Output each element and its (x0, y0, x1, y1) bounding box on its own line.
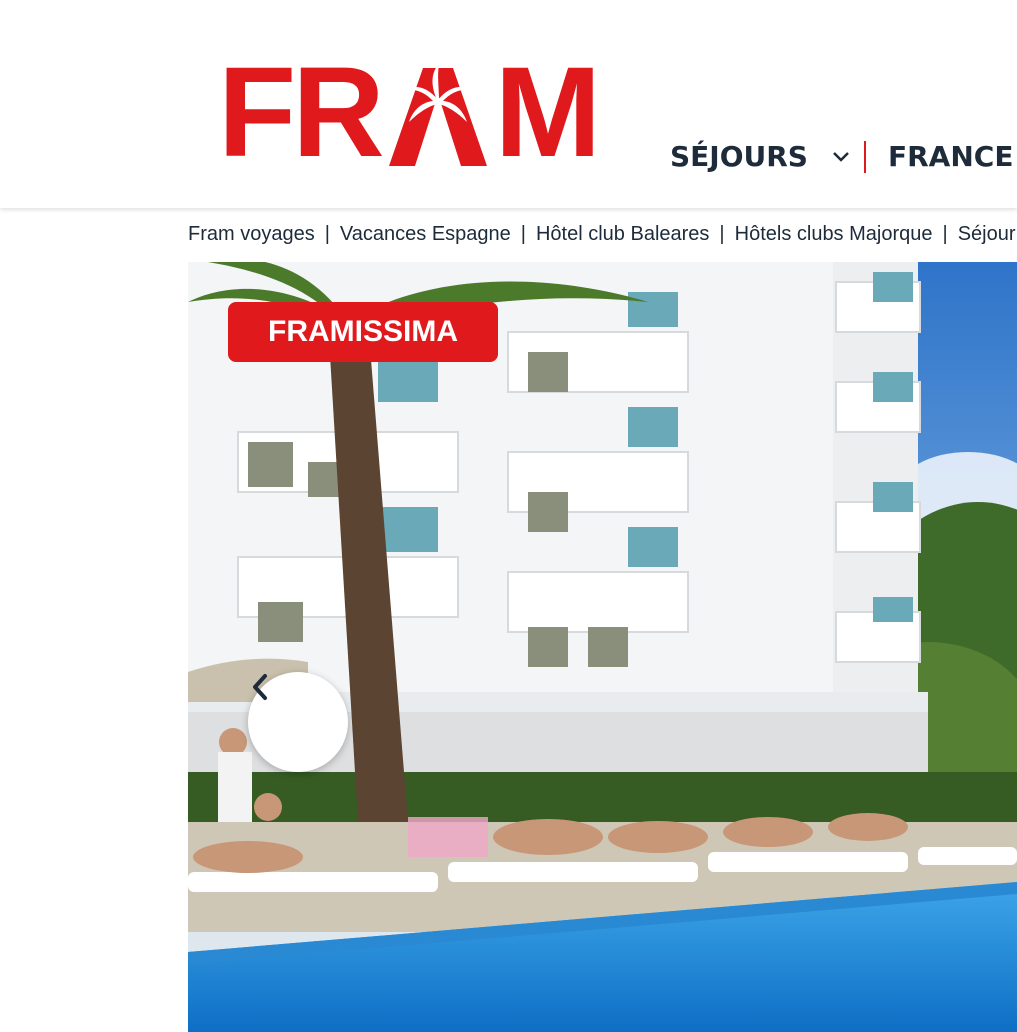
site-header: FR M SÉJOURS FRANCE (0, 0, 1017, 208)
nav-item-sejours[interactable]: SÉJOURS (670, 140, 850, 173)
main-nav: SÉJOURS FRANCE (670, 140, 1017, 173)
breadcrumb-separator: | (719, 222, 725, 245)
breadcrumb-item[interactable]: Vacances Espagne (340, 223, 511, 246)
hero-carousel: FRAMISSIMA (188, 262, 1017, 1032)
breadcrumb-item[interactable]: Séjour Pu (958, 223, 1017, 246)
logo-text-right: M (494, 41, 602, 184)
breadcrumb-separator: | (942, 222, 948, 245)
nav-item-label: SÉJOURS (670, 140, 808, 173)
framissima-badge: FRAMISSIMA (228, 302, 498, 362)
palm-tree-icon (379, 60, 497, 166)
breadcrumb-separator: | (520, 222, 526, 245)
nav-separator (863, 140, 866, 173)
logo-text-left: FR (218, 41, 385, 184)
breadcrumb-item[interactable]: Hôtels clubs Majorque (735, 223, 933, 246)
chevron-down-icon (833, 151, 849, 162)
hotel-pool-photo (188, 262, 1017, 1032)
chevron-left-icon (253, 674, 267, 700)
fram-logo[interactable]: FR M (218, 41, 602, 184)
breadcrumb: Fram voyages | Vacances Espagne | Hôtel … (188, 222, 1017, 246)
breadcrumb-item[interactable]: Fram voyages (188, 223, 315, 246)
carousel-prev-button[interactable] (248, 672, 348, 772)
breadcrumb-separator: | (324, 222, 330, 245)
nav-item-france[interactable]: FRANCE (888, 140, 1017, 173)
nav-item-label: FRANCE (887, 140, 1014, 173)
breadcrumb-item[interactable]: Hôtel club Baleares (536, 223, 709, 246)
